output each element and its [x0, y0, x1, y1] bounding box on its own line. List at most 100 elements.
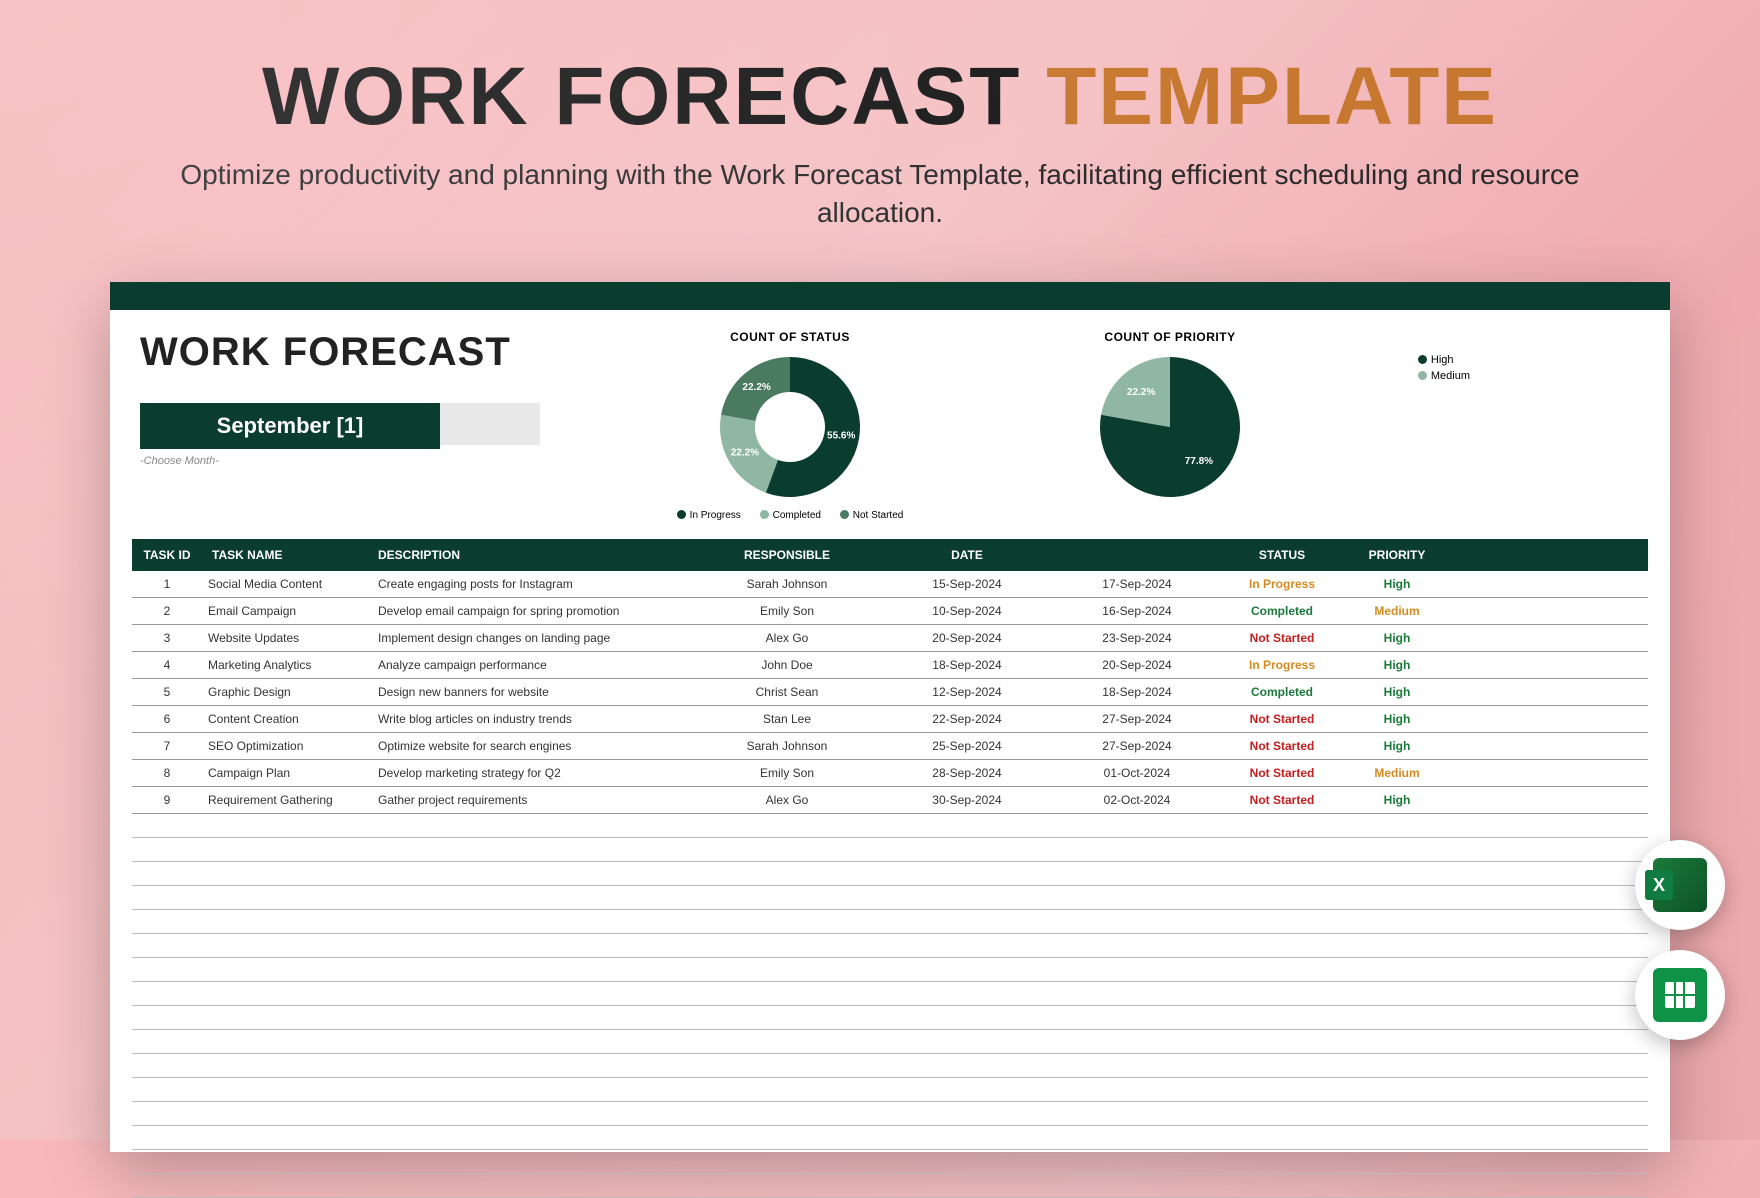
cell-name: Campaign Plan	[202, 760, 372, 786]
svg-text:22.2%: 22.2%	[1127, 387, 1155, 398]
empty-row	[132, 1030, 1648, 1054]
table-row[interactable]: 6 Content Creation Write blog articles o…	[132, 706, 1648, 733]
priority-chart-title: COUNT OF PRIORITY	[980, 330, 1360, 344]
table-row[interactable]: 1 Social Media Content Create engaging p…	[132, 571, 1648, 598]
cell-date-end: 01-Oct-2024	[1052, 760, 1222, 786]
th-priority: PRIORITY	[1342, 539, 1452, 571]
cell-desc: Gather project requirements	[372, 787, 692, 813]
cell-priority: High	[1342, 571, 1452, 597]
cell-status: In Progress	[1222, 571, 1342, 597]
cell-priority: High	[1342, 733, 1452, 759]
cell-desc: Create engaging posts for Instagram	[372, 571, 692, 597]
cell-name: SEO Optimization	[202, 733, 372, 759]
cell-desc: Develop email campaign for spring promot…	[372, 598, 692, 624]
cell-priority: High	[1342, 652, 1452, 678]
empty-row	[132, 910, 1648, 934]
cell-name: Website Updates	[202, 625, 372, 651]
cell-date-end: 18-Sep-2024	[1052, 679, 1222, 705]
spreadsheet-preview: WORK FORECAST September [1] -Choose Mont…	[110, 282, 1670, 1152]
cell-name: Marketing Analytics	[202, 652, 372, 678]
table-row[interactable]: 5 Graphic Design Design new banners for …	[132, 679, 1648, 706]
month-selector-stub	[440, 403, 540, 445]
cell-status: Not Started	[1222, 706, 1342, 732]
svg-text:55.6%: 55.6%	[827, 430, 855, 441]
cell-date-end: 27-Sep-2024	[1052, 706, 1222, 732]
cell-date-end: 23-Sep-2024	[1052, 625, 1222, 651]
table-row[interactable]: 4 Marketing Analytics Analyze campaign p…	[132, 652, 1648, 679]
cell-status: Completed	[1222, 679, 1342, 705]
legend-in-progress: In Progress	[677, 510, 741, 521]
cell-resp: Alex Go	[692, 625, 882, 651]
month-selector[interactable]: September [1]	[140, 403, 440, 449]
cell-date-start: 20-Sep-2024	[882, 625, 1052, 651]
month-hint: -Choose Month-	[140, 455, 600, 467]
empty-row	[132, 982, 1648, 1006]
table-row[interactable]: 7 SEO Optimization Optimize website for …	[132, 733, 1648, 760]
excel-icon[interactable]	[1635, 840, 1725, 930]
cell-id: 3	[132, 625, 202, 651]
empty-row	[132, 886, 1648, 910]
cell-resp: Sarah Johnson	[692, 733, 882, 759]
cell-priority: High	[1342, 679, 1452, 705]
empty-row	[132, 958, 1648, 982]
cell-id: 7	[132, 733, 202, 759]
cell-date-start: 30-Sep-2024	[882, 787, 1052, 813]
empty-row	[132, 1126, 1648, 1150]
cell-id: 9	[132, 787, 202, 813]
cell-name: Email Campaign	[202, 598, 372, 624]
empty-row	[132, 1054, 1648, 1078]
th-desc: DESCRIPTION	[372, 539, 692, 571]
cell-status: Not Started	[1222, 625, 1342, 651]
cell-date-end: 27-Sep-2024	[1052, 733, 1222, 759]
cell-priority: High	[1342, 787, 1452, 813]
cell-status: Not Started	[1222, 760, 1342, 786]
th-date2	[1052, 539, 1222, 571]
legend-high: High	[1418, 354, 1470, 366]
cell-status: Not Started	[1222, 787, 1342, 813]
empty-row	[132, 1078, 1648, 1102]
svg-text:77.8%: 77.8%	[1185, 456, 1213, 467]
priority-chart: COUNT OF PRIORITY 77.8%22.2% High Medium	[980, 330, 1360, 502]
cell-id: 8	[132, 760, 202, 786]
cell-resp: John Doe	[692, 652, 882, 678]
table-header-row: TASK ID TASK NAME DESCRIPTION RESPONSIBL…	[132, 539, 1648, 571]
cell-resp: Emily Son	[692, 598, 882, 624]
cell-date-start: 15-Sep-2024	[882, 571, 1052, 597]
empty-row	[132, 838, 1648, 862]
empty-row	[132, 1006, 1648, 1030]
cell-date-end: 17-Sep-2024	[1052, 571, 1222, 597]
google-sheets-icon[interactable]	[1635, 950, 1725, 1040]
svg-text:22.2%: 22.2%	[742, 381, 770, 392]
cell-status: In Progress	[1222, 652, 1342, 678]
cell-resp: Alex Go	[692, 787, 882, 813]
cell-desc: Optimize website for search engines	[372, 733, 692, 759]
th-status: STATUS	[1222, 539, 1342, 571]
cell-id: 4	[132, 652, 202, 678]
cell-status: Completed	[1222, 598, 1342, 624]
svg-text:22.2%: 22.2%	[731, 447, 759, 458]
table-row[interactable]: 3 Website Updates Implement design chang…	[132, 625, 1648, 652]
empty-row	[132, 1150, 1648, 1174]
empty-row	[132, 814, 1648, 838]
empty-row	[132, 1174, 1648, 1198]
th-resp: RESPONSIBLE	[692, 539, 882, 571]
cell-id: 5	[132, 679, 202, 705]
table-row[interactable]: 2 Email Campaign Develop email campaign …	[132, 598, 1648, 625]
th-id: TASK ID	[132, 539, 202, 571]
cell-name: Requirement Gathering	[202, 787, 372, 813]
status-chart: COUNT OF STATUS 55.6%22.2%22.2% In Progr…	[600, 330, 980, 521]
legend-not-started: Not Started	[840, 510, 904, 521]
cell-resp: Christ Sean	[692, 679, 882, 705]
empty-row	[132, 862, 1648, 886]
cell-resp: Stan Lee	[692, 706, 882, 732]
cell-priority: High	[1342, 625, 1452, 651]
cell-desc: Analyze campaign performance	[372, 652, 692, 678]
page-subtitle: Optimize productivity and planning with …	[180, 156, 1580, 232]
cell-date-start: 18-Sep-2024	[882, 652, 1052, 678]
cell-date-start: 22-Sep-2024	[882, 706, 1052, 732]
table-row[interactable]: 8 Campaign Plan Develop marketing strate…	[132, 760, 1648, 787]
cell-date-start: 25-Sep-2024	[882, 733, 1052, 759]
table-row[interactable]: 9 Requirement Gathering Gather project r…	[132, 787, 1648, 814]
empty-row	[132, 934, 1648, 958]
cell-name: Social Media Content	[202, 571, 372, 597]
